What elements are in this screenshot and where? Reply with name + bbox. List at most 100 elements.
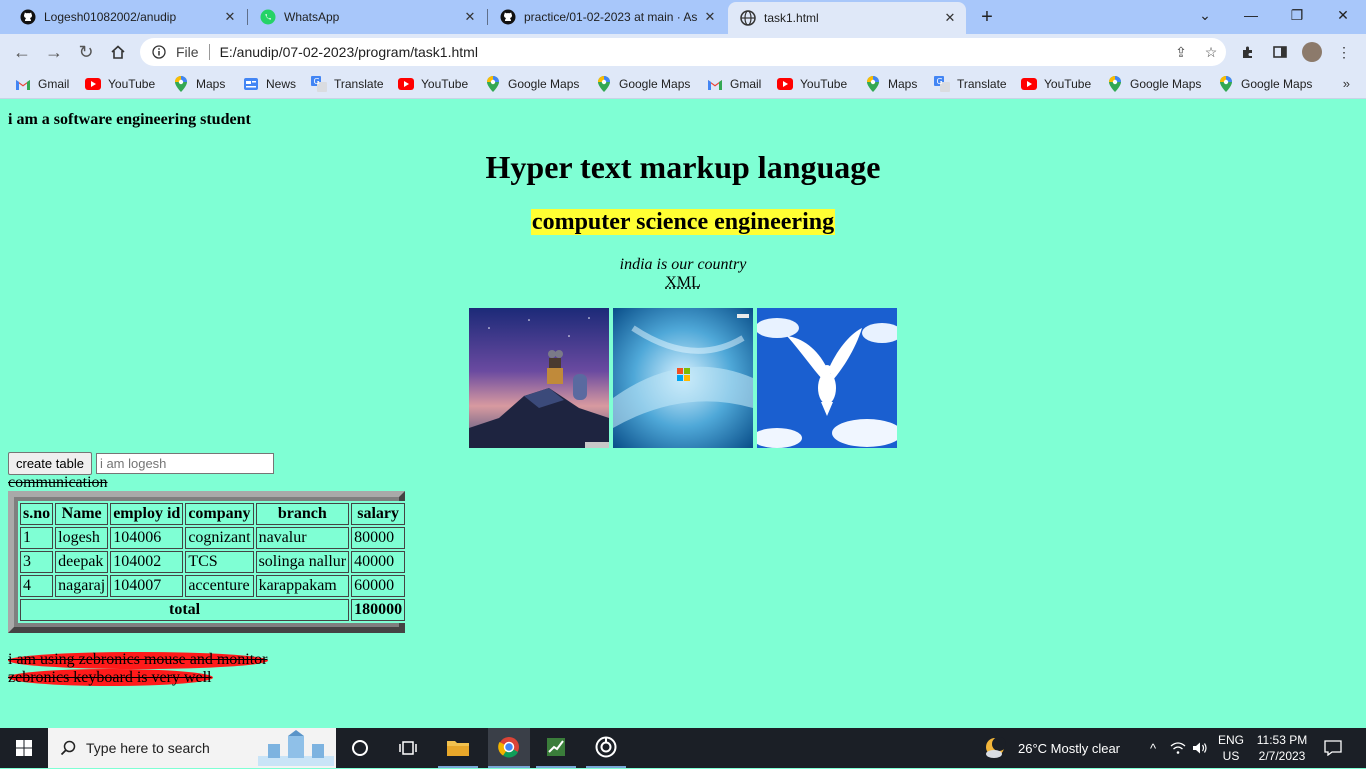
close-window-icon[interactable]: ✕ xyxy=(1320,0,1366,30)
maps-icon xyxy=(173,76,189,92)
translate-icon: G xyxy=(311,76,327,92)
url-text[interactable]: E:/anudip/07-02-2023/program/task1.html xyxy=(220,44,1166,60)
bookmark-label: Google Maps xyxy=(1241,77,1313,91)
header-cell: branch xyxy=(255,503,350,525)
tab-github-anudip[interactable]: Logesh01082002/anudip ✕ xyxy=(8,0,246,34)
chart-app-icon[interactable] xyxy=(536,728,576,768)
table-cell: solinga nallur xyxy=(255,551,350,573)
extensions-icon[interactable] xyxy=(1236,40,1260,64)
gmail-icon xyxy=(707,76,723,92)
whatsapp-icon xyxy=(260,9,276,25)
new-tab-button[interactable]: + xyxy=(976,6,998,28)
bookmarks-bar: Gmail YouTube Maps News G Translate YouTube Goo… xyxy=(0,70,1366,99)
bookmark-label: Gmail xyxy=(730,77,762,91)
table-row: 1 logesh 104006 cognizant navalur 80000 xyxy=(20,527,406,549)
employee-table-frame: s.no Name employ id company branch salar… xyxy=(8,491,408,633)
clock-date: 2/7/2023 xyxy=(1258,749,1306,763)
network-icon[interactable] xyxy=(1170,728,1186,768)
close-icon[interactable]: ✕ xyxy=(462,9,478,25)
chrome-icon[interactable] xyxy=(488,728,530,768)
clock[interactable]: 11:53 PM 2/7/2023 xyxy=(1252,728,1312,768)
file-explorer-icon[interactable] xyxy=(438,728,478,768)
bookmark-translate[interactable]: G Translate xyxy=(934,76,1007,92)
address-bar[interactable]: File E:/anudip/07-02-2023/program/task1.… xyxy=(140,38,1226,66)
bookmark-google-maps[interactable]: Google Maps xyxy=(485,76,579,92)
bookmark-label: Translate xyxy=(334,77,384,91)
cortana-icon[interactable] xyxy=(340,728,380,768)
bookmark-label: News xyxy=(266,77,297,91)
bookmark-gmail[interactable]: Gmail xyxy=(707,76,761,92)
news-icon xyxy=(243,76,259,92)
header-cell: Name xyxy=(55,503,109,525)
moon-cloud-icon xyxy=(984,737,1008,759)
windows-start-icon[interactable] xyxy=(0,728,48,768)
home-icon[interactable] xyxy=(106,40,130,64)
restore-icon[interactable]: ❐ xyxy=(1274,0,1320,30)
youtube-icon xyxy=(398,76,414,92)
bookmark-news[interactable]: News xyxy=(243,76,296,92)
task-view-icon[interactable] xyxy=(388,728,428,768)
close-icon[interactable]: ✕ xyxy=(702,9,718,25)
maps-icon xyxy=(1107,76,1123,92)
share-icon[interactable]: ⇪ xyxy=(1166,44,1196,61)
bookmark-youtube[interactable]: YouTube xyxy=(85,76,155,92)
close-icon[interactable]: ✕ xyxy=(942,10,958,26)
volume-icon[interactable] xyxy=(1192,728,1208,768)
bookmark-youtube[interactable]: YouTube xyxy=(1021,76,1091,92)
reload-icon[interactable]: ↻ xyxy=(74,40,98,64)
close-icon[interactable]: ✕ xyxy=(222,9,238,25)
bookmark-youtube[interactable]: YouTube xyxy=(777,76,847,92)
bookmark-google-maps[interactable]: Google Maps xyxy=(596,76,690,92)
bookmark-star-icon[interactable]: ☆ xyxy=(1196,44,1226,61)
search-placeholder: Type here to search xyxy=(86,740,210,756)
tab-github-practice[interactable]: practice/01-02-2023 at main · As ✕ xyxy=(488,0,726,34)
table-cell: 60000 xyxy=(351,575,406,597)
side-panel-icon[interactable] xyxy=(1268,40,1292,64)
language-indicator[interactable]: ENG US xyxy=(1216,728,1246,768)
forward-icon[interactable]: → xyxy=(42,40,66,64)
page-content: i am a software engineering student Hype… xyxy=(0,103,1366,728)
bookmark-gmail[interactable]: Gmail xyxy=(15,76,69,92)
table-row: 4 nagaraj 104007 accenture karappakam 60… xyxy=(20,575,406,597)
info-icon[interactable] xyxy=(150,43,168,61)
clock-time: 11:53 PM xyxy=(1256,733,1308,747)
bookmark-google-maps[interactable]: Google Maps xyxy=(1107,76,1201,92)
tab-strip: Logesh01082002/anudip ✕ WhatsApp ✕ pract… xyxy=(0,0,1366,34)
tab-task1[interactable]: task1.html ✕ xyxy=(728,2,966,34)
region-label: US xyxy=(1222,749,1240,763)
bookmark-google-maps[interactable]: Google Maps xyxy=(1218,76,1312,92)
highlighted-subheading: computer science engineering xyxy=(530,209,836,235)
maps-icon xyxy=(485,76,501,92)
minimize-icon[interactable]: — xyxy=(1228,0,1274,30)
bookmark-label: YouTube xyxy=(800,77,848,91)
name-input[interactable] xyxy=(95,453,274,474)
weather-widget[interactable]: 26°C Mostly clear xyxy=(984,728,1120,768)
taskbar-search[interactable]: Type here to search xyxy=(48,728,336,768)
total-label: total xyxy=(20,599,350,621)
tab-whatsapp[interactable]: WhatsApp ✕ xyxy=(248,0,486,34)
bookmark-label: Google Maps xyxy=(619,77,691,91)
employee-table: s.no Name employ id company branch salar… xyxy=(18,501,408,623)
create-table-button[interactable]: create table xyxy=(8,452,92,475)
bookmark-youtube[interactable]: YouTube xyxy=(398,76,468,92)
notification-icon[interactable] xyxy=(1322,728,1344,768)
bookmark-maps[interactable]: Maps xyxy=(173,76,225,92)
media-app-icon[interactable] xyxy=(586,728,626,768)
gmail-icon xyxy=(15,76,31,92)
back-icon[interactable]: ← xyxy=(10,40,34,64)
browser-toolbar: ← → ↻ File E:/anudip/07-02-2023/program/… xyxy=(0,34,1366,70)
chevron-up-icon[interactable]: ^ xyxy=(1146,728,1160,768)
bookmark-label: Google Maps xyxy=(508,77,580,91)
tab-search-icon[interactable]: ⌄ xyxy=(1182,0,1228,30)
youtube-icon xyxy=(85,76,101,92)
marquee-text: zebronics keyboard is very well xyxy=(8,669,212,686)
bookmark-translate[interactable]: G Translate xyxy=(311,76,384,92)
header-cell: company xyxy=(185,503,254,525)
table-cell: deepak xyxy=(55,551,109,573)
menu-icon[interactable]: ⋮ xyxy=(1332,40,1356,64)
more-bookmarks-icon[interactable]: » xyxy=(1343,76,1350,91)
table-cell: 1 xyxy=(20,527,54,549)
profile-avatar[interactable] xyxy=(1300,40,1324,64)
bookmark-maps[interactable]: Maps xyxy=(865,76,917,92)
struck-through-text: communication xyxy=(8,474,108,491)
